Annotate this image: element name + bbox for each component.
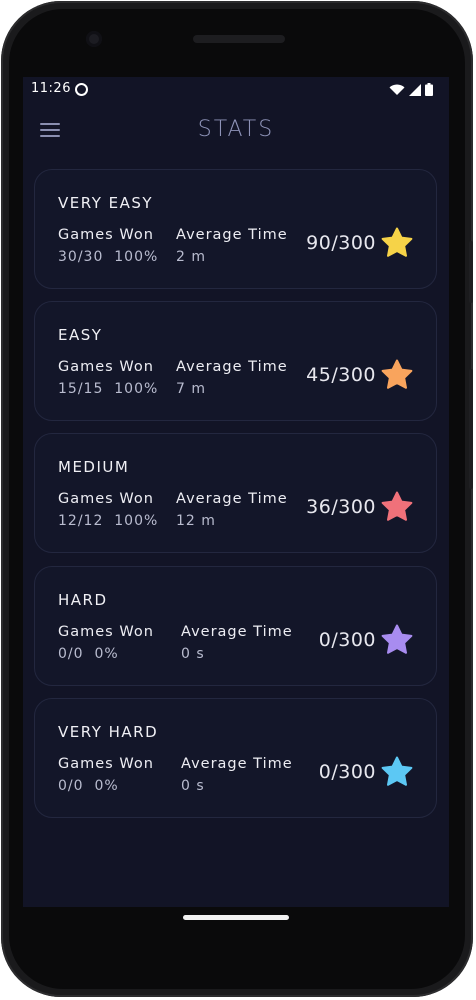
star-icon — [381, 227, 413, 257]
score-value: 0/300 — [318, 629, 376, 651]
notification-icon — [75, 83, 88, 96]
games-won-label: Games Won — [58, 756, 154, 772]
signal-icon — [409, 83, 421, 96]
games-won-value: 0/0 0% — [58, 778, 119, 794]
average-time-value: 0 s — [181, 646, 205, 662]
level-name: VERY EASY — [58, 194, 154, 212]
level-name: VERY HARD — [58, 723, 159, 741]
level-name: MEDIUM — [58, 458, 130, 476]
star-icon — [381, 624, 413, 654]
games-won-value: 12/12 100% — [58, 513, 159, 529]
average-time-label: Average Time — [176, 491, 288, 507]
score-value: 45/300 — [306, 364, 376, 386]
games-won-value: 0/0 0% — [58, 646, 119, 662]
stats-card-easy: EASY Games Won 15/15 100% Average Time 7… — [34, 301, 437, 421]
home-gesture-bar[interactable] — [183, 915, 289, 920]
average-time-value: 0 s — [181, 778, 205, 794]
app-header: STATS — [23, 103, 449, 163]
status-time: 11:26 — [31, 81, 71, 96]
star-icon — [381, 359, 413, 389]
star-icon — [381, 756, 413, 786]
volume-button — [469, 369, 473, 489]
level-name: EASY — [58, 326, 103, 344]
average-time-label: Average Time — [176, 227, 288, 243]
games-won-value: 30/30 100% — [58, 249, 159, 265]
stats-card-very-easy: VERY EASY Games Won 30/30 100% Average T… — [34, 169, 437, 289]
games-won-label: Games Won — [58, 227, 154, 243]
average-time-label: Average Time — [181, 756, 293, 772]
earpiece-speaker — [193, 35, 285, 43]
star-icon — [381, 491, 413, 521]
status-bar: 11:26 — [23, 77, 449, 103]
battery-icon — [425, 83, 433, 96]
stats-card-medium: MEDIUM Games Won 12/12 100% Average Time… — [34, 433, 437, 553]
page-title: STATS — [197, 117, 275, 142]
app-screen: 11:26 STATS VERY EASY Games Won 30/30 10… — [23, 77, 449, 907]
average-time-label: Average Time — [181, 624, 293, 640]
games-won-label: Games Won — [58, 624, 154, 640]
stats-card-hard: HARD Games Won 0/0 0% Average Time 0 s 0… — [34, 566, 437, 686]
score-value: 0/300 — [318, 761, 376, 783]
games-won-value: 15/15 100% — [58, 381, 159, 397]
score-value: 90/300 — [306, 232, 376, 254]
average-time-value: 2 m — [176, 249, 206, 265]
front-camera — [86, 31, 102, 47]
average-time-value: 12 m — [176, 513, 216, 529]
average-time-label: Average Time — [176, 359, 288, 375]
stats-card-very-hard: VERY HARD Games Won 0/0 0% Average Time … — [34, 698, 437, 818]
status-icons — [389, 83, 433, 96]
score-value: 36/300 — [306, 496, 376, 518]
power-button — [469, 241, 473, 303]
games-won-label: Games Won — [58, 491, 154, 507]
wifi-icon — [389, 84, 405, 95]
games-won-label: Games Won — [58, 359, 154, 375]
average-time-value: 7 m — [176, 381, 206, 397]
level-name: HARD — [58, 591, 108, 609]
